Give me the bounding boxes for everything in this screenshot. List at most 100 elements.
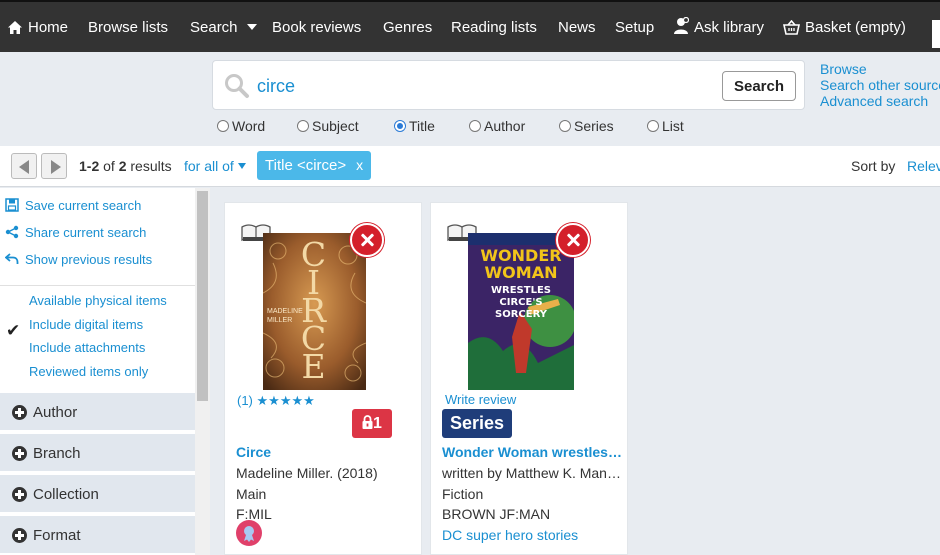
results-of: of [103,158,115,174]
result-title-link[interactable]: Wonder Woman wrestles Circe's sorcery [442,444,622,460]
nav-news[interactable]: News [558,2,596,54]
lock-icon [362,415,373,429]
nav-basket[interactable]: Basket (empty) [783,2,906,54]
option-include-digital[interactable]: Include digital items [29,317,143,332]
result-title-link[interactable]: Circe [236,444,416,460]
nav-genres[interactable]: Genres [383,2,432,54]
result-byline: Madeline Miller. (2018) [236,465,378,481]
radio-list[interactable]: List [647,118,684,134]
facet-collection[interactable]: Collection [0,475,195,514]
nav-ask-library[interactable]: Ask library [673,2,764,54]
arrow-right-icon [51,160,61,174]
remove-item-button[interactable] [556,223,590,257]
save-search-label: Save current search [25,198,142,213]
nav-home-label: Home [28,19,69,36]
checkmark-icon: ✔ [6,321,21,340]
facet-branch-label: Branch [33,445,81,462]
result-card: CIRCE MADELINE MILLER (1) ★★★★★ 1 Circe … [224,202,422,555]
series-badge[interactable]: Series [442,409,512,438]
results-range: 1-2 [79,158,100,174]
radio-word-label: Word [232,118,266,134]
previous-results-label: Show previous results [25,252,153,267]
nav-browse-lists[interactable]: Browse lists [88,2,168,54]
result-collection: Fiction [442,486,484,502]
result-collection: Main [236,486,267,502]
search-input[interactable] [257,72,697,100]
holds-badge[interactable]: 1 [352,409,392,438]
nav-search-label: Search [190,19,238,36]
search-icon [225,74,249,98]
facet-branch[interactable]: Branch [0,434,195,473]
facet-author[interactable]: Author [0,393,195,432]
plus-circle-icon [12,487,27,502]
facet-format[interactable]: Format [0,516,195,555]
radio-word[interactable]: Word [217,118,265,134]
radio-title[interactable]: Title [394,118,435,134]
nav-home[interactable]: Home [7,2,68,54]
radio-circle-icon [647,120,659,132]
advanced-search-link[interactable]: Advanced search [820,93,940,109]
radio-circle-icon [217,120,229,132]
remove-item-button[interactable] [350,223,384,257]
chip-close-icon[interactable]: x [356,157,363,173]
nav-search[interactable]: Search [190,2,263,54]
results-total: 2 [118,158,127,174]
sidebar-scrollbar[interactable] [195,188,210,555]
plus-circle-icon [12,405,27,420]
undo-arrow-icon [4,253,19,264]
save-search-link[interactable]: Save current search [5,198,141,213]
book-cover-wonder-woman[interactable]: WONDER WOMAN WRESTLES CIRCE'S SORCERY [468,233,574,390]
arrow-left-icon [19,160,29,174]
radio-circle-icon [297,120,309,132]
share-icon [5,225,19,239]
radio-author-label: Author [484,118,526,134]
sidebar-divider [0,285,195,286]
plus-circle-icon [12,446,27,461]
cover-subtitle-text: WRESTLES CIRCE'S SORCERY [491,285,551,320]
previous-page-button[interactable] [11,153,37,179]
cover-title-text: WONDER WOMAN [480,246,562,282]
basket-icon [783,19,800,35]
share-search-link[interactable]: Share current search [5,225,146,240]
book-cover-circe[interactable]: CIRCE MADELINE MILLER [263,233,366,390]
option-include-attachments[interactable]: Include attachments [29,340,145,355]
filter-chip-title[interactable]: Title <circe> x [257,151,372,180]
browse-link[interactable]: Browse [820,61,940,77]
cover-author-text: MADELINE MILLER [267,308,303,324]
radio-subject-label: Subject [312,118,359,134]
results-count: 1-2 of 2 results [79,158,172,174]
search-side-links: Browse Search other sources Advanced sea… [820,61,940,109]
search-other-sources-link[interactable]: Search other sources [820,77,940,93]
write-review-link[interactable]: Write review [445,392,516,407]
top-navigation: Home Browse lists Search Book reviews Ge… [0,0,940,52]
caret-down-icon [237,163,246,169]
radio-subject[interactable]: Subject [297,118,359,134]
option-reviewed-only[interactable]: Reviewed items only [29,364,148,379]
nav-book-reviews[interactable]: Book reviews [272,2,361,54]
radio-series-label: Series [574,118,614,134]
search-box: Search [212,60,805,110]
nav-ask-library-label: Ask library [694,19,765,36]
search-button[interactable]: Search [722,71,796,101]
home-icon [8,21,22,34]
award-ribbon-icon [244,526,254,542]
nav-reading-lists[interactable]: Reading lists [451,2,537,54]
previous-results-link[interactable]: Show previous results [4,252,153,267]
next-page-button[interactable] [41,153,67,179]
caret-down-icon [246,24,257,30]
rating-stars[interactable]: (1) ★★★★★ [237,393,315,409]
results-label: results [130,158,172,174]
facet-author-label: Author [33,404,78,421]
option-available-physical[interactable]: Available physical items [29,293,167,308]
rating-count: (1) [237,393,253,408]
radio-author[interactable]: Author [469,118,525,134]
radio-circle-icon [559,120,571,132]
nav-setup[interactable]: Setup [615,2,654,54]
sort-dropdown[interactable]: Relevance [907,158,940,174]
radio-series[interactable]: Series [559,118,614,134]
match-mode-dropdown[interactable]: for all of [184,158,246,174]
sidebar: Save current search Share current search… [0,188,195,555]
result-byline: written by Matthew K. Manning [442,465,624,481]
scrollbar-thumb[interactable] [197,191,208,401]
result-series-link[interactable]: DC super hero stories [442,527,624,543]
